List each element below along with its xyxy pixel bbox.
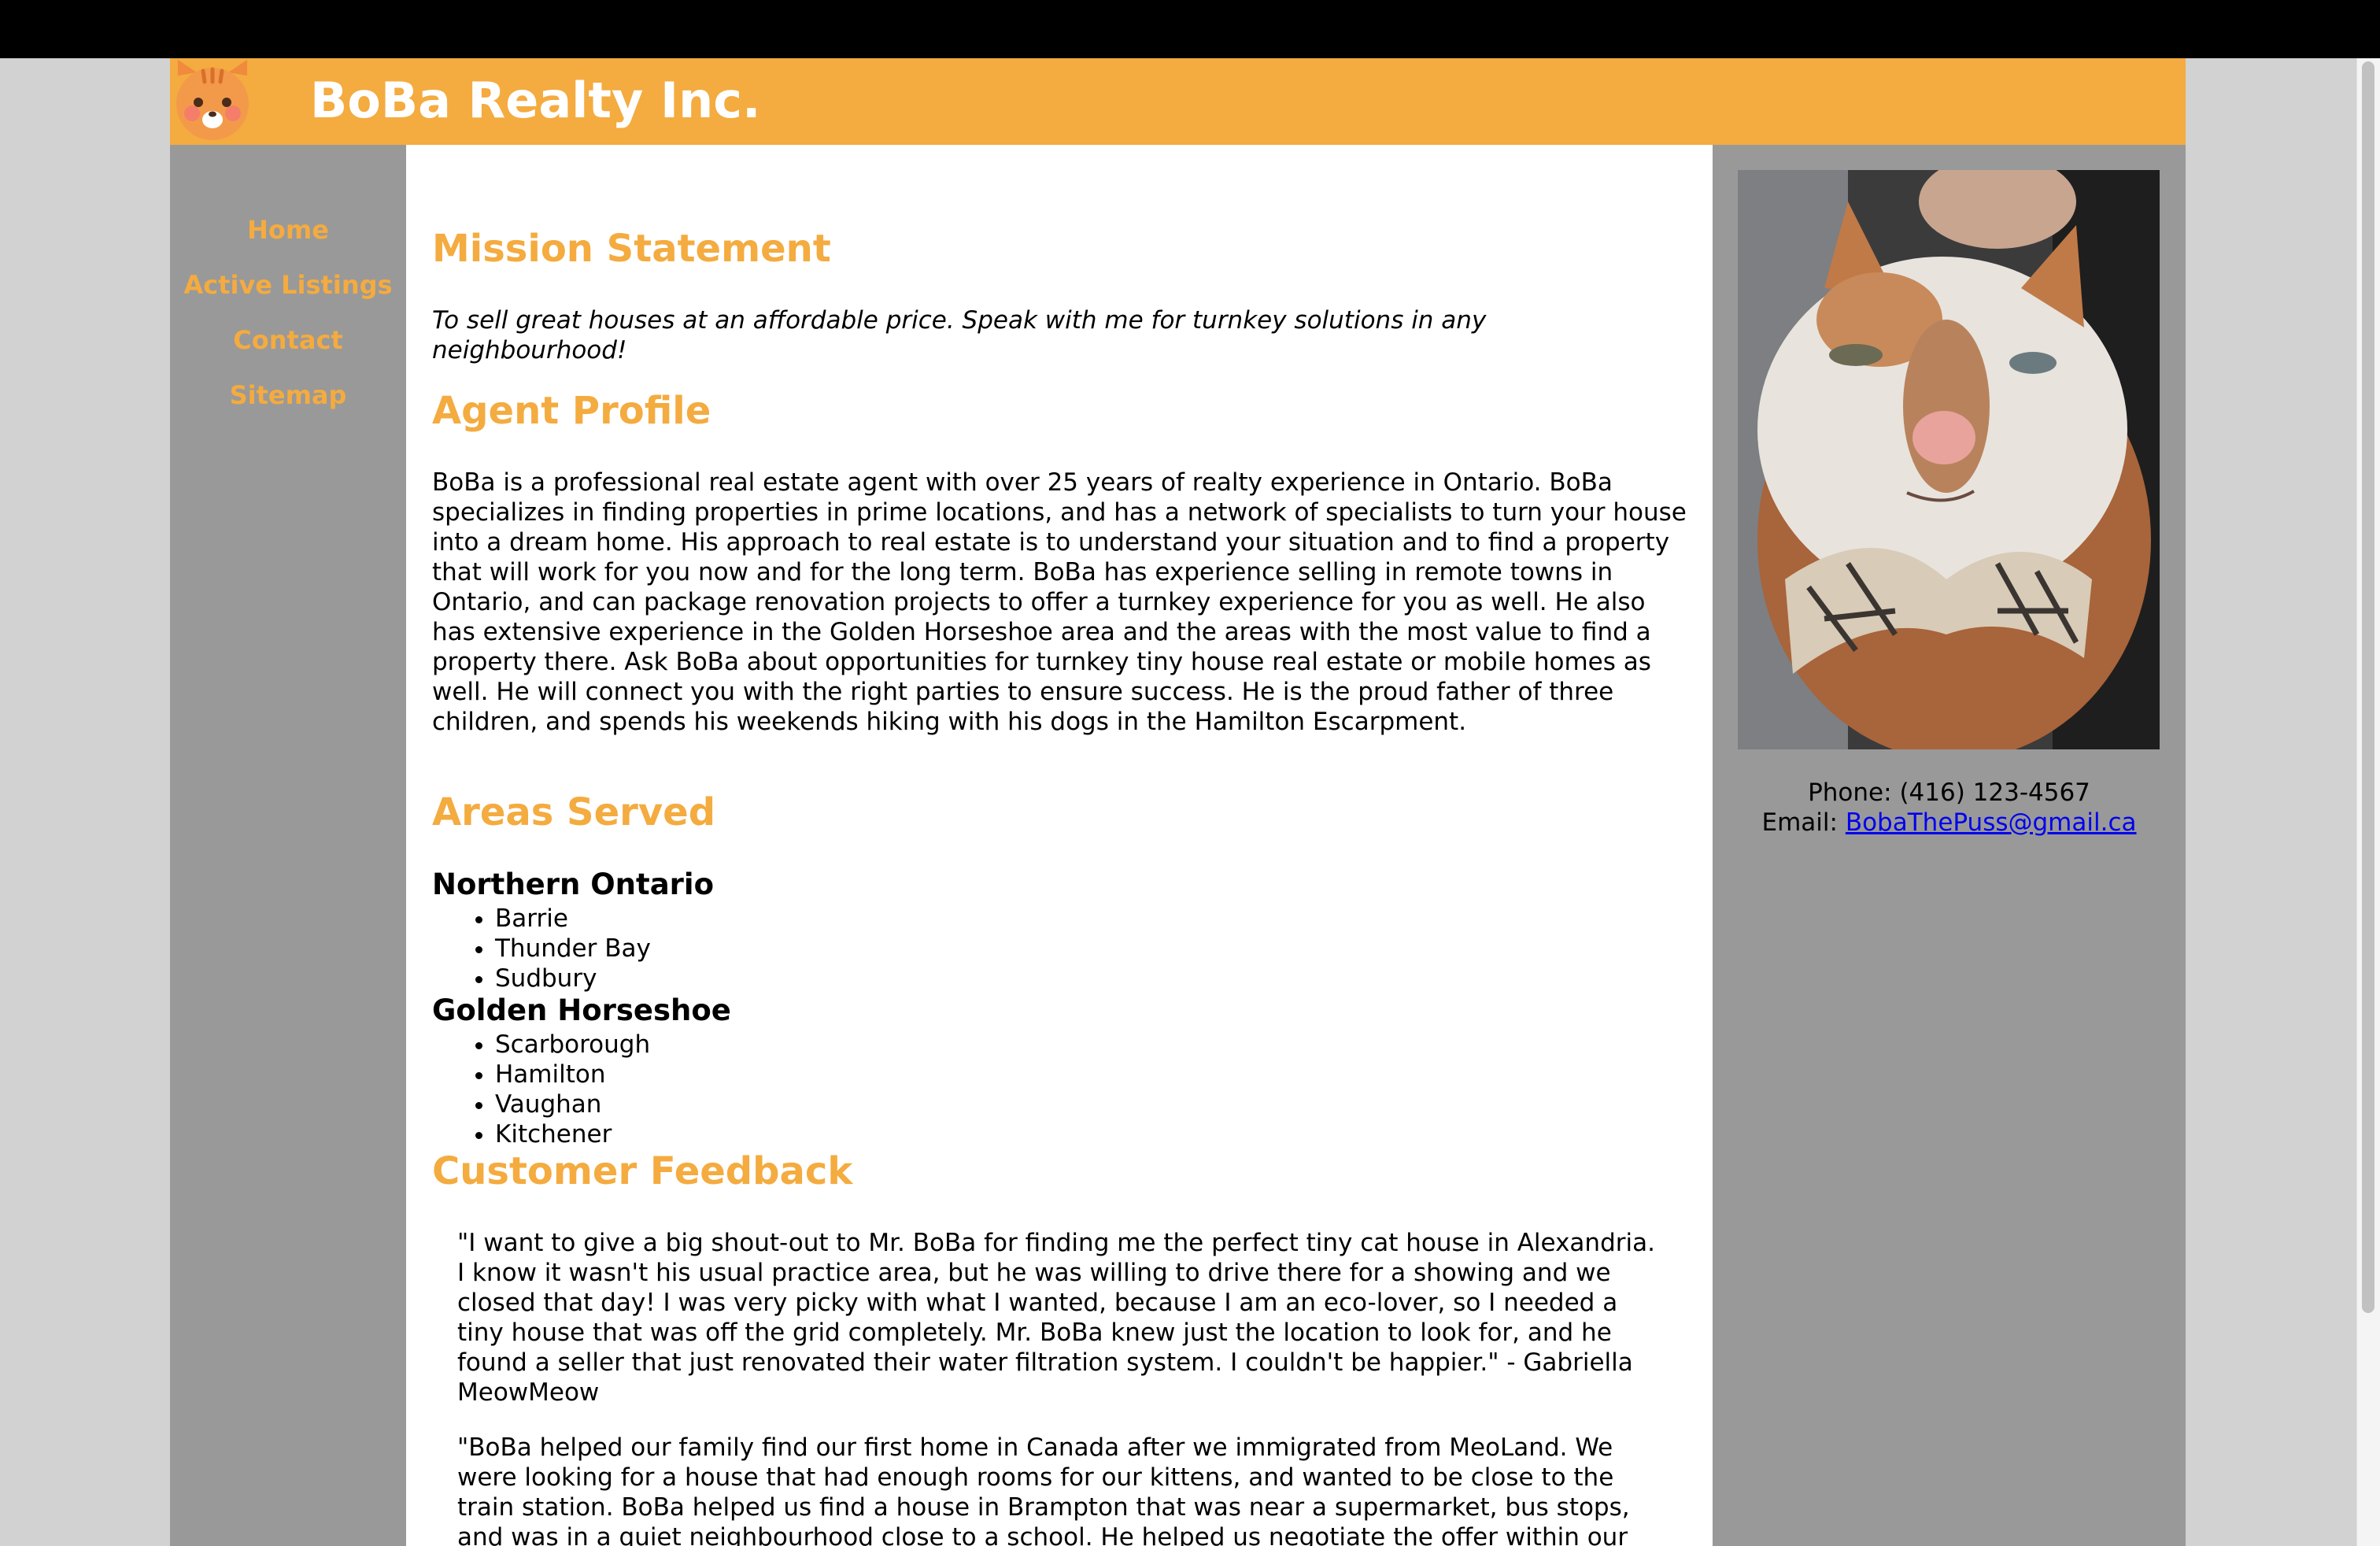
- main-content: Mission Statement To sell great houses a…: [406, 145, 1713, 1546]
- list-item: Hamilton: [495, 1060, 650, 1089]
- cat-with-bow-tie-photo: [1738, 170, 2160, 749]
- nav-link-contact[interactable]: Contact: [170, 324, 406, 356]
- phone-number: (416) 123-4567: [1899, 779, 2090, 807]
- phone-line: Phone: (416) 123-4567: [1713, 778, 2186, 808]
- orange-cat-face-icon: [176, 60, 249, 140]
- nav-link-sitemap[interactable]: Sitemap: [170, 379, 406, 411]
- list-item: Scarborough: [495, 1030, 650, 1060]
- mission-text: To sell great houses at an affordable pr…: [432, 306, 1487, 364]
- region-heading: Golden Horseshoe: [432, 993, 731, 1027]
- list-item: Vaughan: [495, 1089, 650, 1119]
- areas-heading: Areas Served: [432, 790, 716, 834]
- site-title: BoBa Realty Inc.: [310, 72, 761, 129]
- feedback-quote: "I want to give a big shout-out to Mr. B…: [457, 1229, 1655, 1407]
- side-navigation: Home Active Listings Contact Sitemap: [170, 145, 406, 1546]
- mission-heading: Mission Statement: [432, 227, 831, 271]
- nav-link-active-listings[interactable]: Active Listings: [170, 269, 406, 301]
- phone-label: Phone:: [1808, 779, 1892, 807]
- email-line: Email: BobaThePuss@gmail.ca: [1713, 808, 2186, 838]
- region-heading: Northern Ontario: [432, 867, 715, 901]
- feedback-heading: Customer Feedback: [432, 1149, 853, 1193]
- email-link[interactable]: BobaThePuss@gmail.ca: [1846, 808, 2137, 837]
- email-label: Email:: [1761, 808, 1838, 837]
- vertical-scrollbar[interactable]: [2356, 58, 2380, 1546]
- nav-link-home[interactable]: Home: [170, 214, 406, 246]
- feedback-quote: "BoBa helped our family find our first h…: [457, 1433, 1630, 1546]
- profile-heading: Agent Profile: [432, 389, 711, 433]
- city-list: Barrie Thunder Bay Sudbury: [432, 904, 651, 993]
- page-container: BoBa Realty Inc. Home Active Listings Co…: [170, 58, 2186, 1546]
- site-header: BoBa Realty Inc.: [170, 58, 2186, 145]
- browser-top-bar: [0, 0, 2380, 58]
- contact-sidebar: Phone: (416) 123-4567 Email: BobaThePuss…: [1713, 145, 2186, 1546]
- list-item: Kitchener: [495, 1119, 650, 1149]
- city-list: Scarborough Hamilton Vaughan Kitchener: [432, 1030, 650, 1149]
- list-item: Thunder Bay: [495, 934, 651, 963]
- list-item: Barrie: [495, 904, 651, 934]
- profile-text: BoBa is a professional real estate agent…: [432, 468, 1687, 736]
- list-item: Sudbury: [495, 963, 651, 993]
- contact-info: Phone: (416) 123-4567 Email: BobaThePuss…: [1713, 778, 2186, 838]
- scrollbar-thumb[interactable]: [2362, 61, 2374, 1313]
